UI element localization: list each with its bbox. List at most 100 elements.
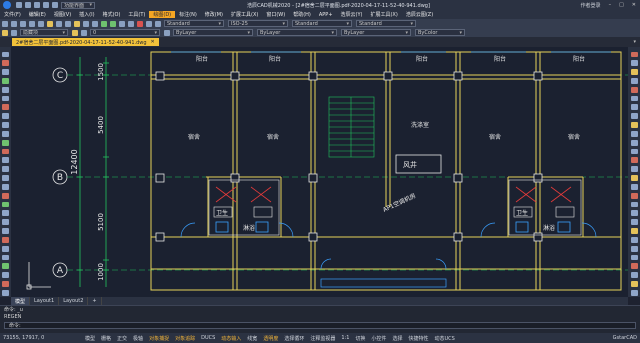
redo-icon[interactable] bbox=[51, 2, 58, 8]
status-toggle[interactable]: 选择循环 bbox=[281, 335, 307, 342]
stretch-icon[interactable] bbox=[630, 122, 638, 128]
chamfer-icon[interactable] bbox=[630, 166, 638, 173]
layer-manager-icon[interactable] bbox=[1, 29, 8, 36]
plot-style-combo[interactable]: ByColor ▾ bbox=[415, 29, 465, 36]
line-icon[interactable] bbox=[2, 51, 9, 58]
menu-item[interactable]: APP+ bbox=[315, 12, 337, 18]
save-icon[interactable] bbox=[19, 20, 26, 27]
helix-icon[interactable] bbox=[2, 289, 9, 296]
app-logo-icon[interactable] bbox=[3, 1, 11, 9]
status-toggle[interactable]: 栅格 bbox=[98, 335, 114, 342]
pan-icon[interactable] bbox=[100, 20, 107, 27]
layer-state-combo[interactable]: 隐藏项 ▾ bbox=[20, 29, 68, 36]
mtext-icon[interactable] bbox=[2, 157, 9, 164]
status-toggle[interactable]: 小控件 bbox=[368, 335, 389, 342]
status-toggle[interactable]: 透明度 bbox=[260, 335, 281, 342]
paste-icon[interactable] bbox=[64, 20, 71, 27]
status-toggle[interactable]: 模型 bbox=[82, 335, 98, 342]
table-icon[interactable] bbox=[2, 139, 9, 146]
ellipse-icon[interactable] bbox=[2, 113, 9, 120]
menu-item[interactable]: 格式(O) bbox=[99, 11, 125, 18]
undo-icon[interactable] bbox=[42, 2, 49, 8]
hatch-icon[interactable] bbox=[2, 122, 9, 128]
undo-icon[interactable] bbox=[82, 20, 89, 27]
overkill-icon[interactable] bbox=[630, 228, 638, 234]
design-center-icon[interactable] bbox=[145, 20, 152, 27]
extend-icon[interactable] bbox=[630, 139, 638, 146]
document-tab[interactable]: 2#宿舍二层平面图.pdf-2020-04-17-11-52-40-941.dw… bbox=[12, 38, 159, 46]
new-icon[interactable] bbox=[1, 20, 8, 27]
login-link[interactable]: 作者登录 bbox=[581, 2, 605, 9]
menu-item[interactable]: 标注(N) bbox=[175, 11, 201, 18]
draworder-icon[interactable] bbox=[630, 281, 638, 287]
status-toggle[interactable]: 动态UCS bbox=[431, 335, 457, 342]
layout-tab[interactable]: + bbox=[88, 297, 102, 305]
status-toggle[interactable]: 1:1 bbox=[338, 335, 352, 342]
menu-item[interactable]: 绘图(D) bbox=[149, 11, 176, 18]
text-icon[interactable] bbox=[2, 148, 9, 155]
layout-tab[interactable]: Layout2 bbox=[59, 297, 89, 305]
trim-icon[interactable] bbox=[630, 130, 638, 137]
open-icon[interactable] bbox=[10, 20, 17, 27]
command-input-row[interactable]: 命令: bbox=[4, 322, 636, 329]
close-icon[interactable]: ✕ bbox=[628, 2, 640, 8]
revcloud-icon[interactable] bbox=[2, 219, 9, 226]
preview-icon[interactable] bbox=[37, 20, 44, 27]
tab-menu-icon[interactable]: ▾ bbox=[633, 39, 640, 45]
xline-icon[interactable] bbox=[2, 236, 9, 243]
status-toggle[interactable]: 切换 bbox=[352, 335, 368, 342]
arc-icon[interactable] bbox=[2, 77, 9, 84]
status-toggle[interactable]: 动态输入 bbox=[218, 335, 244, 342]
menu-item[interactable]: 扩展工具(X) bbox=[366, 11, 401, 18]
solid-icon[interactable] bbox=[2, 263, 9, 270]
properties-icon[interactable] bbox=[630, 245, 638, 252]
dim-style-combo[interactable]: ISO-25 ▾ bbox=[228, 20, 288, 27]
zoom-prev-icon[interactable] bbox=[127, 20, 134, 27]
new-file-icon[interactable] bbox=[15, 2, 22, 8]
menu-item[interactable]: 插入(I) bbox=[75, 11, 98, 18]
layer-freeze-icon[interactable] bbox=[80, 29, 87, 36]
divide-icon[interactable] bbox=[630, 210, 638, 217]
drawing-canvas[interactable]: C B A 1500 5400 12400 5100 1000 风井 AP1空调… bbox=[11, 47, 628, 297]
polygon-icon[interactable] bbox=[2, 95, 9, 102]
spline-icon[interactable] bbox=[2, 104, 9, 111]
match-prop-icon[interactable] bbox=[73, 20, 80, 27]
erase-icon[interactable] bbox=[630, 51, 638, 58]
menu-item[interactable]: 文件(F) bbox=[0, 11, 25, 18]
boundary-icon[interactable] bbox=[2, 201, 9, 208]
menu-item[interactable]: 浩辰云(Y) bbox=[337, 11, 367, 18]
explode-icon[interactable] bbox=[630, 183, 638, 190]
point-icon[interactable] bbox=[2, 183, 9, 190]
align-icon[interactable] bbox=[630, 201, 638, 208]
layer-on-icon[interactable] bbox=[71, 29, 78, 36]
pedit-icon[interactable] bbox=[630, 289, 638, 296]
status-toggle[interactable]: 对象捕捉 bbox=[146, 335, 172, 342]
linetype-combo[interactable]: ByLayer ▾ bbox=[257, 29, 337, 36]
status-toggle[interactable]: 快捷特性 bbox=[405, 335, 431, 342]
offset-icon[interactable] bbox=[630, 77, 638, 84]
menu-item[interactable]: 工具(T) bbox=[124, 11, 149, 18]
group-icon[interactable] bbox=[630, 272, 638, 279]
open-file-icon[interactable] bbox=[24, 2, 31, 8]
polyline-icon[interactable] bbox=[2, 60, 9, 67]
multiline-icon[interactable] bbox=[2, 254, 9, 261]
tab-close-icon[interactable]: ✕ bbox=[151, 39, 155, 45]
workspace-combo[interactable]: 功能界面 ▾ bbox=[61, 1, 95, 9]
layiso-icon[interactable] bbox=[630, 254, 638, 261]
status-toggle[interactable]: 注释监视器 bbox=[307, 335, 338, 342]
mirror-icon[interactable] bbox=[630, 69, 638, 75]
save-icon[interactable] bbox=[33, 2, 40, 8]
sketch-icon[interactable] bbox=[2, 281, 9, 287]
lineweight-combo[interactable]: ByLayer ▾ bbox=[341, 29, 411, 36]
rectangle-icon[interactable] bbox=[2, 86, 9, 93]
layout-tab[interactable]: Layout1 bbox=[30, 297, 60, 305]
measure-icon[interactable] bbox=[630, 219, 638, 226]
text-style-combo[interactable]: Standard ▾ bbox=[164, 20, 224, 27]
print-icon[interactable] bbox=[28, 20, 35, 27]
properties-icon[interactable] bbox=[136, 20, 143, 27]
color-combo[interactable]: ByLayer ▾ bbox=[173, 29, 253, 36]
move-icon[interactable] bbox=[630, 95, 638, 102]
scale-icon[interactable] bbox=[630, 113, 638, 120]
table-style-combo[interactable]: Standard ▾ bbox=[292, 20, 352, 27]
gradient-icon[interactable] bbox=[2, 192, 9, 199]
